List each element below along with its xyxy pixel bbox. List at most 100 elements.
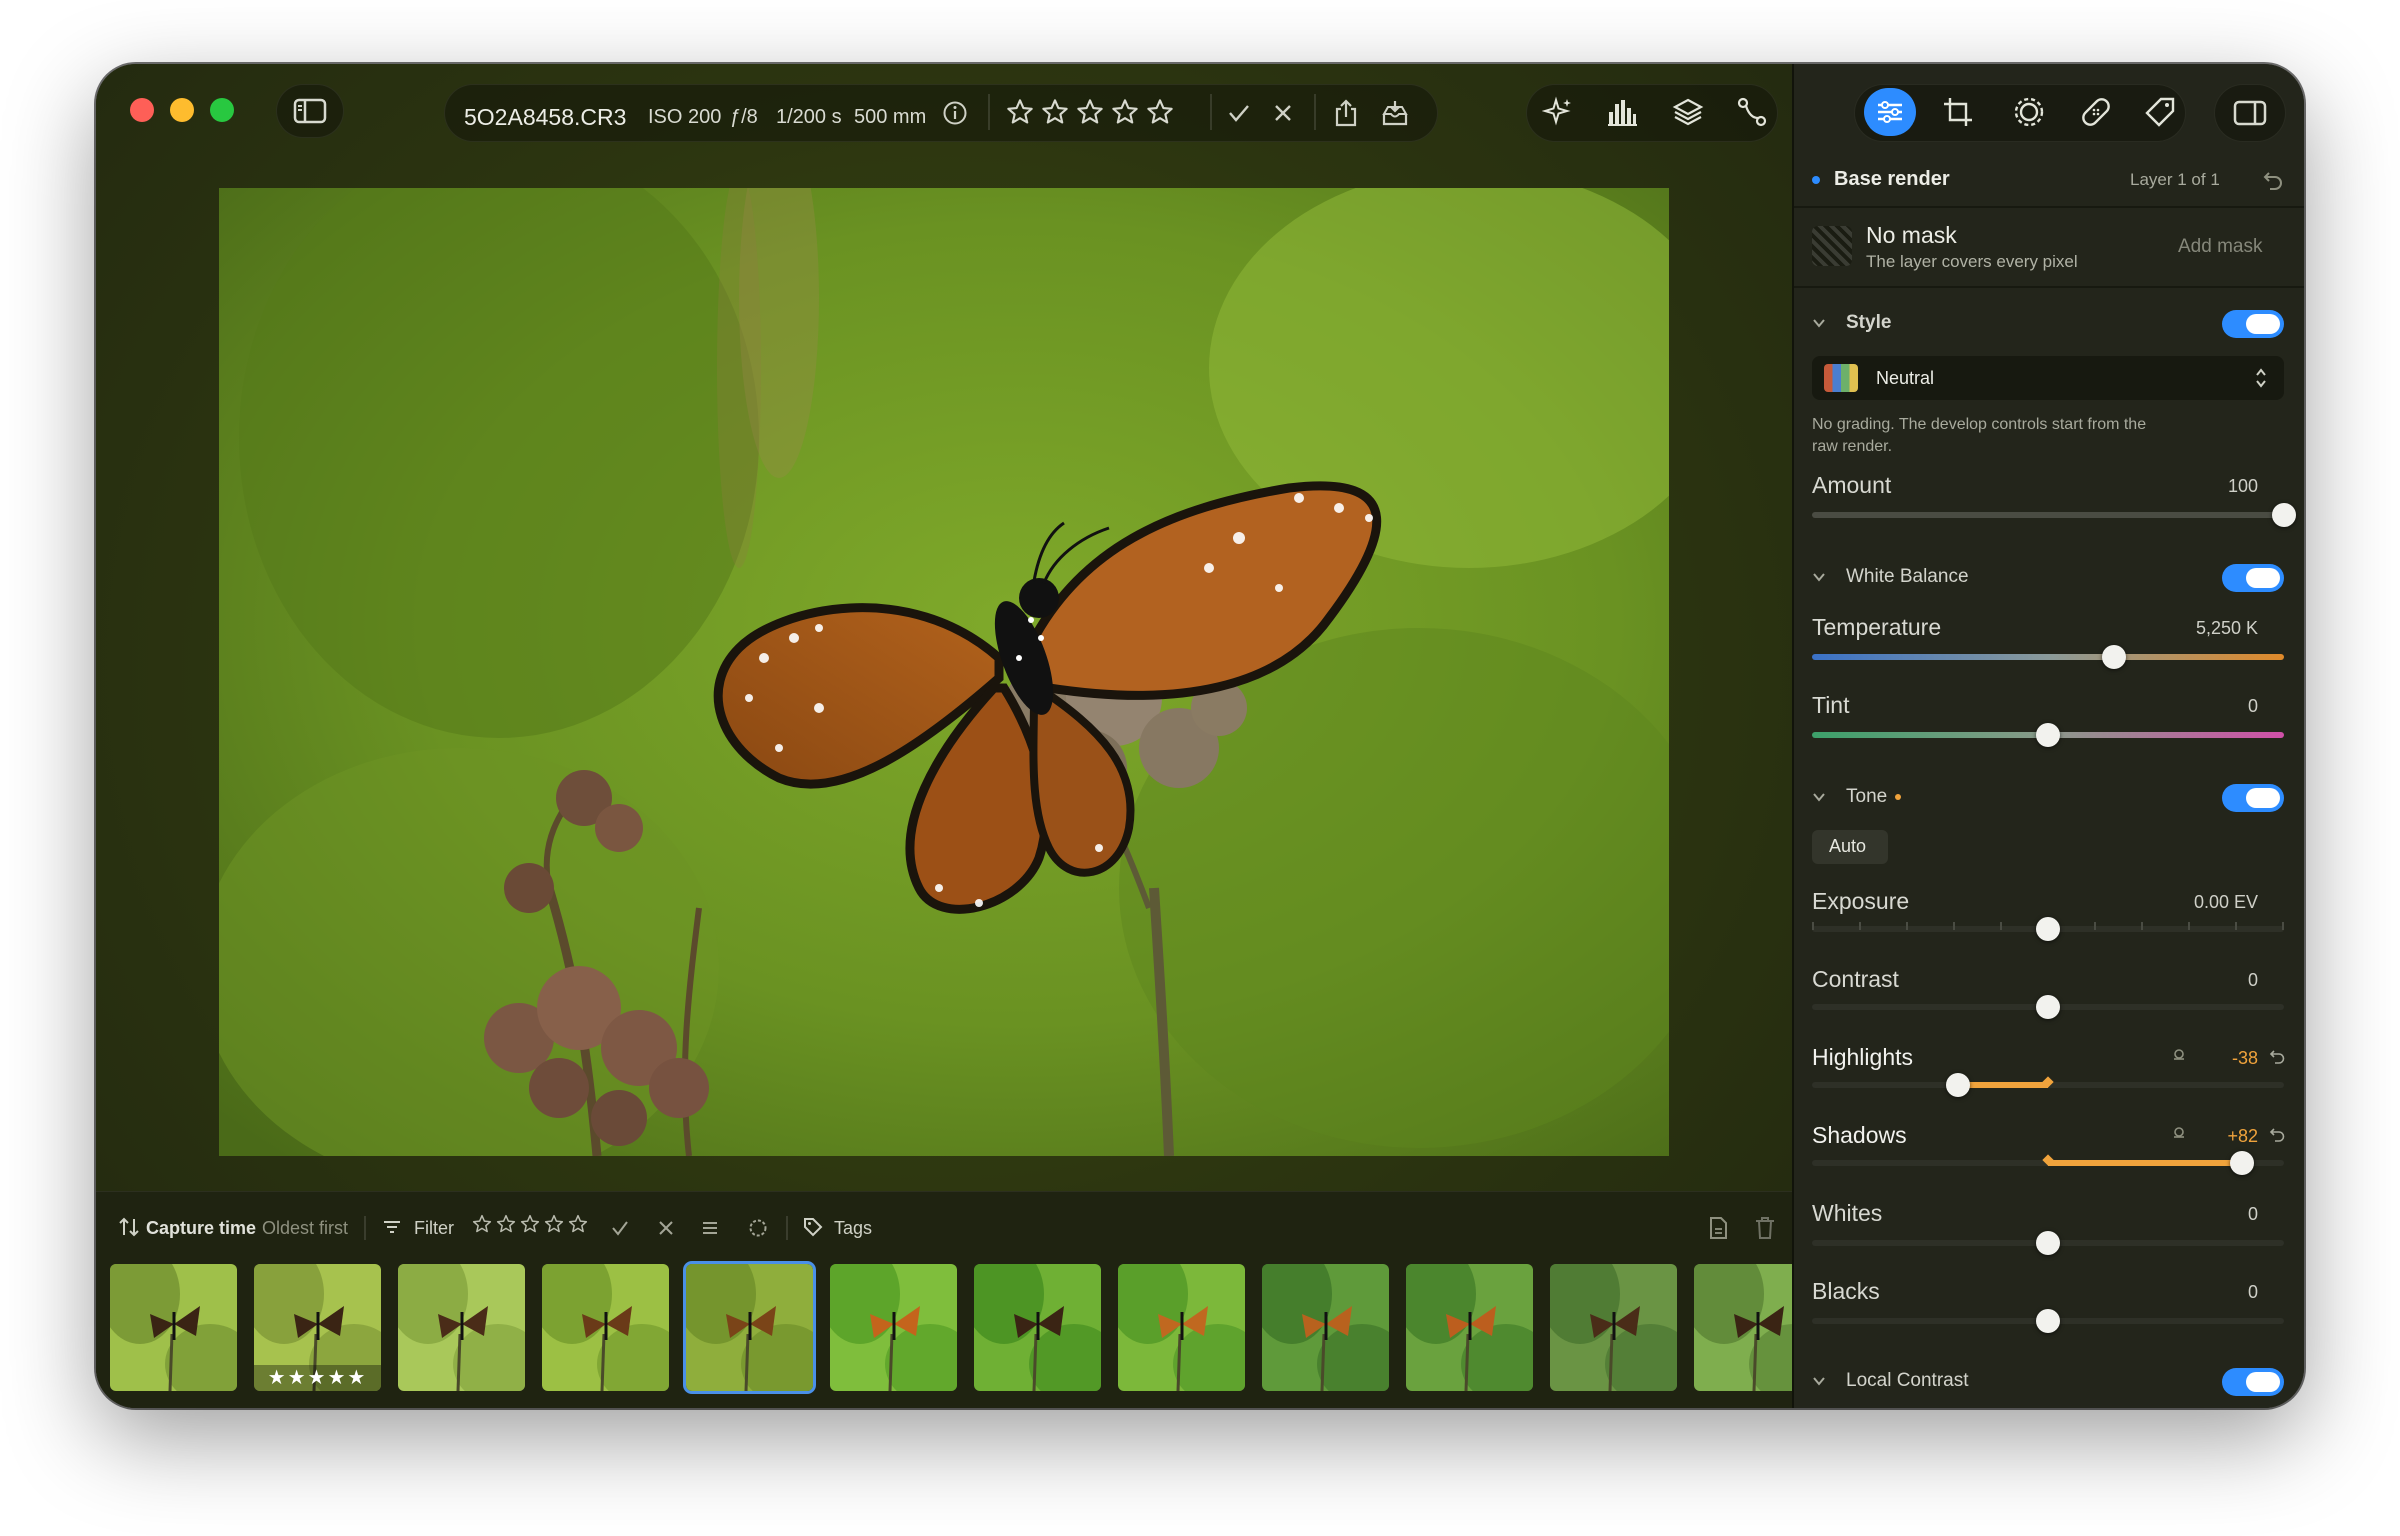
undo-icon[interactable] [2262, 168, 2284, 190]
thumbnail-image [1550, 1264, 1677, 1391]
divider [988, 94, 990, 130]
white-balance-section-title[interactable]: White Balance [1846, 566, 1969, 588]
amount-slider-knob[interactable] [2272, 503, 2296, 527]
pin-icon[interactable] [2172, 1048, 2186, 1066]
check-icon[interactable] [1226, 100, 1252, 126]
layer-indicator-dot [1812, 176, 1820, 184]
histogram-icon[interactable] [1606, 96, 1638, 128]
thumbnail-image [830, 1264, 957, 1391]
layer-name[interactable]: Base render [1834, 168, 1950, 191]
mask-icon[interactable] [2012, 96, 2046, 128]
style-description-1: No grading. The develop controls start f… [1812, 416, 2147, 433]
export-icon[interactable] [1380, 98, 1410, 128]
exposure-tick [2000, 922, 2002, 930]
photo-canvas[interactable] [219, 188, 1669, 1156]
mask-thumbnail [1812, 226, 1852, 266]
whites-slider-knob[interactable] [2036, 1231, 2060, 1255]
reject-x-icon[interactable] [1270, 100, 1296, 126]
tag-icon[interactable] [2144, 96, 2176, 128]
reset-icon[interactable] [2268, 1048, 2286, 1066]
filmstrip-thumbnail[interactable] [974, 1264, 1101, 1391]
filmstrip-thumbnail[interactable] [686, 1264, 813, 1391]
exposure-tick [2188, 922, 2190, 930]
exposure-tick [2235, 922, 2237, 930]
exposure-value[interactable]: 0.00 EV [2194, 892, 2258, 913]
filmstrip-thumbnail[interactable] [1118, 1264, 1245, 1391]
chevron-down-icon[interactable] [1812, 790, 1826, 804]
local-contrast-toggle[interactable] [2222, 1368, 2284, 1396]
filmstrip-thumbnail[interactable] [542, 1264, 669, 1391]
tint-slider-knob[interactable] [2036, 723, 2060, 747]
white-balance-toggle[interactable] [2222, 564, 2284, 592]
exposure-tick [2282, 922, 2284, 930]
filmstrip-thumbnail[interactable] [1262, 1264, 1389, 1391]
blacks-value[interactable]: 0 [2248, 1282, 2258, 1303]
chevron-down-icon[interactable] [1812, 316, 1826, 330]
thumbnail-image [686, 1264, 813, 1391]
inspector-panel: Base render Layer 1 of 1 No mask The lay… [1792, 64, 2304, 1408]
filmstrip-thumbnail[interactable] [830, 1264, 957, 1391]
blacks-slider-knob[interactable] [2036, 1309, 2060, 1333]
thumbnail-image [1262, 1264, 1389, 1391]
star-icon[interactable] [1146, 98, 1174, 126]
shadows-value[interactable]: +82 [2227, 1126, 2258, 1147]
tone-modified-dot [1895, 794, 1901, 800]
star-icon[interactable] [1006, 98, 1034, 126]
rating-stars[interactable] [1006, 98, 1196, 128]
shadows-slider-knob[interactable] [2229, 1151, 2254, 1175]
filmstrip-thumbnail[interactable] [398, 1264, 525, 1391]
close-window-button[interactable] [130, 98, 154, 122]
filmstrip-thumbnail[interactable] [1550, 1264, 1677, 1391]
reset-icon[interactable] [2268, 1126, 2286, 1144]
chevron-down-icon[interactable] [1812, 1374, 1826, 1388]
style-toggle[interactable] [2222, 310, 2284, 338]
temperature-slider[interactable] [1812, 654, 2284, 660]
thumbnail-image [974, 1264, 1101, 1391]
sidebar-toggle-button[interactable] [276, 84, 344, 138]
amount-slider[interactable] [1812, 512, 2284, 518]
filmstrip-thumbnail[interactable] [1406, 1264, 1533, 1391]
style-section-title[interactable]: Style [1846, 312, 1891, 334]
auto-tone-label: Auto [1829, 836, 1867, 856]
inspector-toggle-icon [2233, 100, 2267, 126]
crop-icon[interactable] [1942, 96, 1974, 128]
style-description-2: raw render. [1812, 438, 1893, 455]
inspector-toggle-button[interactable] [2214, 84, 2286, 142]
style-preset-value: Neutral [1876, 368, 1935, 388]
pin-icon[interactable] [2172, 1126, 2186, 1144]
thumbnail-strip: ★★★★★ [96, 1192, 1821, 1408]
star-icon[interactable] [1041, 98, 1069, 126]
healing-icon[interactable] [2080, 96, 2112, 128]
tint-value[interactable]: 0 [2248, 696, 2258, 717]
sidebar-toggle-icon [293, 98, 327, 124]
filmstrip-thumbnail[interactable]: ★★★★★ [254, 1264, 381, 1391]
amount-value[interactable]: 100 [2228, 476, 2258, 497]
exposure-tick [1812, 922, 1814, 930]
tone-toggle[interactable] [2222, 784, 2284, 812]
share-icon[interactable] [1332, 98, 1360, 128]
path-icon[interactable] [1736, 96, 1768, 128]
info-icon[interactable] [942, 100, 968, 126]
minimize-window-button[interactable] [170, 98, 194, 122]
star-icon[interactable] [1111, 98, 1139, 126]
exposure-tick [1906, 922, 1908, 930]
filmstrip-thumbnail[interactable] [110, 1264, 237, 1391]
sparkle-icon[interactable] [1542, 96, 1574, 128]
zoom-window-button[interactable] [210, 98, 234, 122]
contrast-slider-knob[interactable] [2036, 995, 2060, 1019]
divider [1314, 94, 1316, 130]
whites-value[interactable]: 0 [2248, 1204, 2258, 1225]
chevron-updown-icon [2256, 368, 2266, 388]
contrast-value[interactable]: 0 [2248, 970, 2258, 991]
chevron-down-icon[interactable] [1812, 570, 1826, 584]
highlights-value[interactable]: -38 [2232, 1048, 2258, 1069]
highlights-slider-knob[interactable] [1946, 1073, 1971, 1097]
local-contrast-section-title[interactable]: Local Contrast [1846, 1370, 1969, 1392]
star-icon[interactable] [1076, 98, 1104, 126]
add-mask-button[interactable]: Add mask [2178, 236, 2262, 258]
exposure-slider-knob[interactable] [2036, 917, 2060, 941]
temperature-value[interactable]: 5,250 K [2196, 618, 2258, 639]
temperature-slider-knob[interactable] [2102, 645, 2127, 669]
tone-section-title[interactable]: Tone [1846, 786, 1887, 808]
layers-icon[interactable] [1672, 96, 1704, 128]
